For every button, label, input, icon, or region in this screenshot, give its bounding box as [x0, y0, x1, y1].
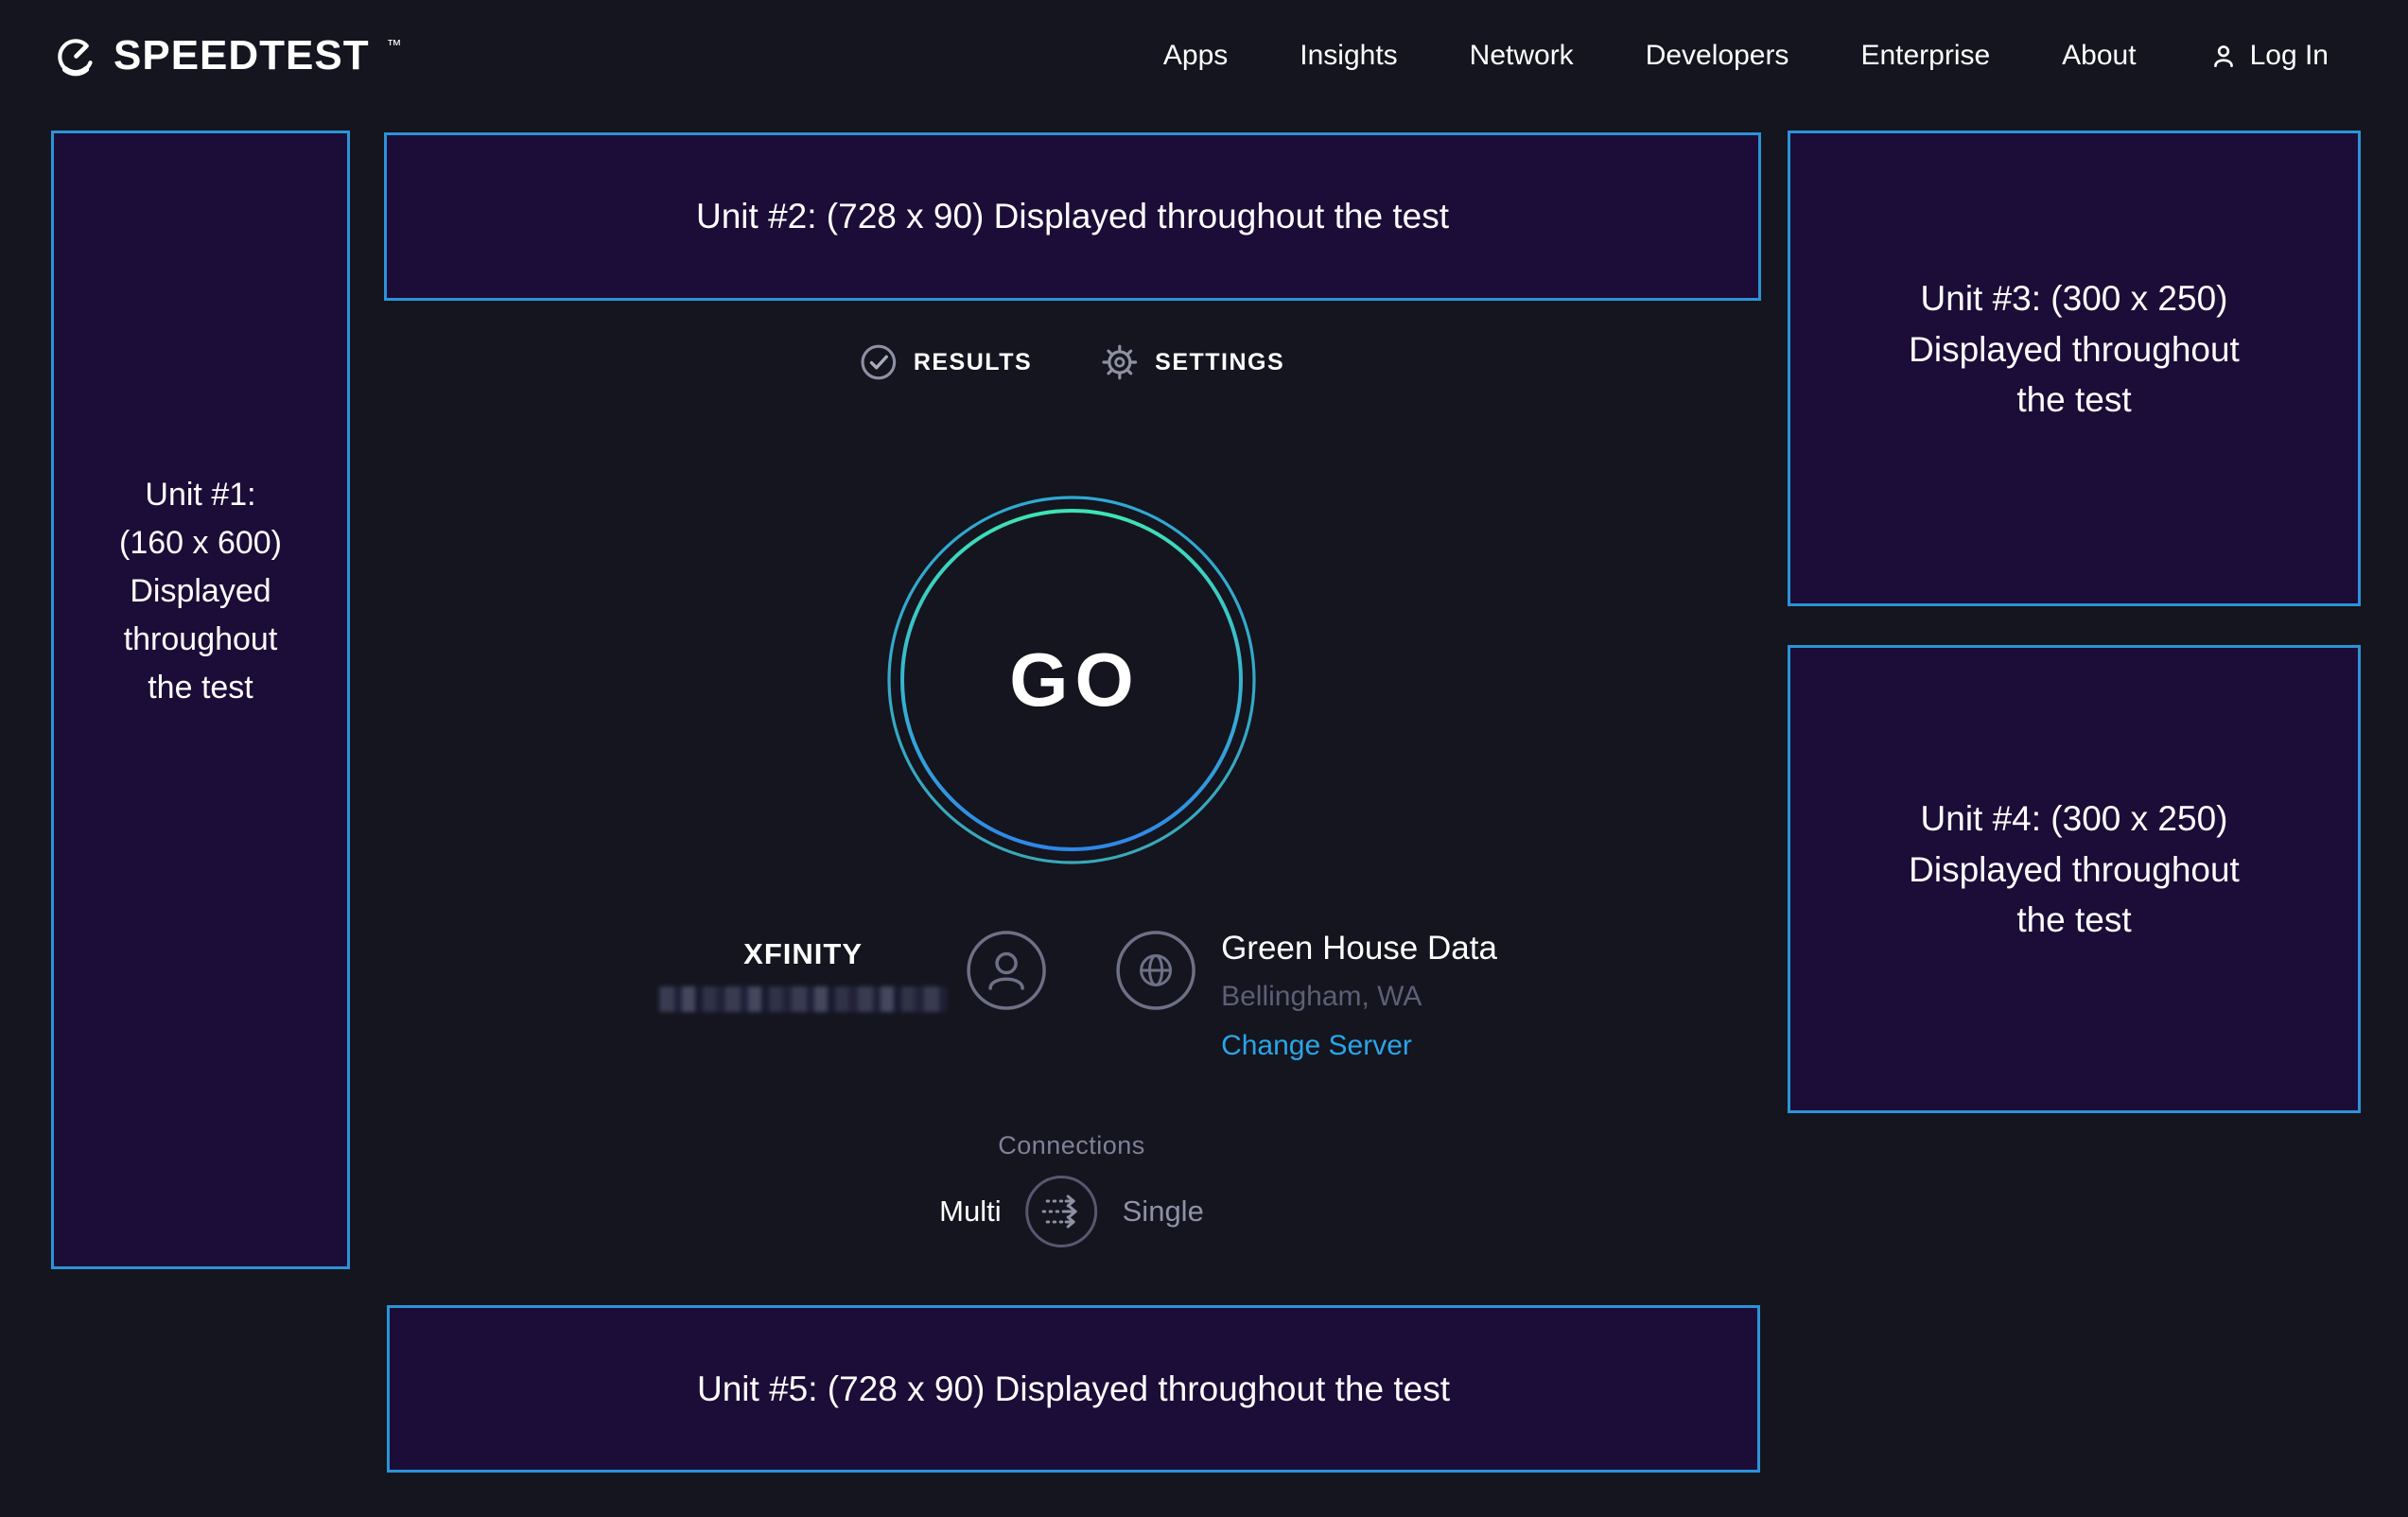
user-avatar-icon: [966, 930, 1047, 1011]
nav-item-about[interactable]: About: [2062, 40, 2136, 72]
connection-toggle-button[interactable]: [1026, 1176, 1098, 1247]
user-icon: [2208, 41, 2239, 71]
go-button-label: GO: [886, 495, 1257, 865]
nav-item-insights[interactable]: Insights: [1300, 40, 1397, 72]
ad-unit-1-skyscraper[interactable]: Unit #1: (160 x 600) Displayed throughou…: [51, 131, 350, 1269]
ad-unit-5-text: Unit #5: (728 x 90) Displayed throughout…: [697, 1364, 1450, 1415]
mode-multi-label[interactable]: Multi: [939, 1194, 1001, 1229]
tab-settings[interactable]: SETTINGS: [1100, 342, 1284, 382]
multi-connection-arrows-icon: [1029, 1178, 1095, 1245]
ad-unit-2-leaderboard[interactable]: Unit #2: (728 x 90) Displayed throughout…: [384, 132, 1761, 301]
ad-unit-5-leaderboard[interactable]: Unit #5: (728 x 90) Displayed throughout…: [387, 1305, 1760, 1473]
gear-icon: [1100, 342, 1140, 382]
check-circle-icon: [859, 342, 899, 382]
ad-unit-3-rectangle[interactable]: Unit #3: (300 x 250) Displayed throughou…: [1788, 131, 2361, 606]
change-server-link[interactable]: Change Server: [1221, 1030, 1412, 1062]
isp-info: XFINITY: [659, 930, 1047, 1012]
tab-results-label: RESULTS: [914, 349, 1032, 376]
trademark-mark: ™: [387, 38, 402, 55]
ip-address-redacted: [659, 986, 947, 1012]
globe-icon: [1115, 930, 1196, 1011]
server-info: Green House Data Bellingham, WA Change S…: [1115, 930, 1497, 1062]
tab-results[interactable]: RESULTS: [859, 342, 1032, 382]
tab-settings-label: SETTINGS: [1155, 349, 1284, 376]
nav-item-enterprise[interactable]: Enterprise: [1860, 40, 1990, 72]
ad-unit-2-text: Unit #2: (728 x 90) Displayed throughout…: [696, 191, 1449, 242]
top-nav-bar: SPEEDTEST ™ Apps Insights Network Develo…: [0, 0, 2408, 112]
connections-label: Connections: [998, 1131, 1145, 1160]
main-nav: Apps Insights Network Developers Enterpr…: [1163, 40, 2329, 72]
test-meta-row: XFINITY Green House Data Bellingham, WA …: [659, 930, 1497, 1062]
login-link[interactable]: Log In: [2208, 40, 2329, 72]
ad-unit-3-text: Unit #3: (300 x 250) Displayed throughou…: [1909, 273, 2240, 426]
server-name[interactable]: Green House Data: [1221, 930, 1497, 968]
server-location: Bellingham, WA: [1221, 981, 1422, 1013]
results-settings-tabs: RESULTS SETTINGS: [859, 342, 1284, 382]
nav-item-developers[interactable]: Developers: [1646, 40, 1789, 72]
ad-unit-4-rectangle[interactable]: Unit #4: (300 x 250) Displayed throughou…: [1788, 645, 2361, 1113]
mode-single-label[interactable]: Single: [1123, 1194, 1204, 1229]
ad-unit-4-text: Unit #4: (300 x 250) Displayed throughou…: [1909, 793, 2240, 946]
login-label: Log In: [2250, 40, 2329, 72]
ad-unit-1-text: Unit #1: (160 x 600) Displayed throughou…: [119, 471, 282, 712]
speedtest-gauge-icon: [53, 33, 98, 78]
go-button[interactable]: GO: [886, 495, 1257, 865]
nav-item-apps[interactable]: Apps: [1163, 40, 1228, 72]
isp-name[interactable]: XFINITY: [743, 937, 863, 971]
speedtest-logo[interactable]: SPEEDTEST ™: [53, 32, 402, 79]
nav-item-network[interactable]: Network: [1470, 40, 1574, 72]
connection-mode-toggle: Multi Single: [939, 1176, 1204, 1247]
brand-name: SPEEDTEST: [113, 32, 370, 79]
